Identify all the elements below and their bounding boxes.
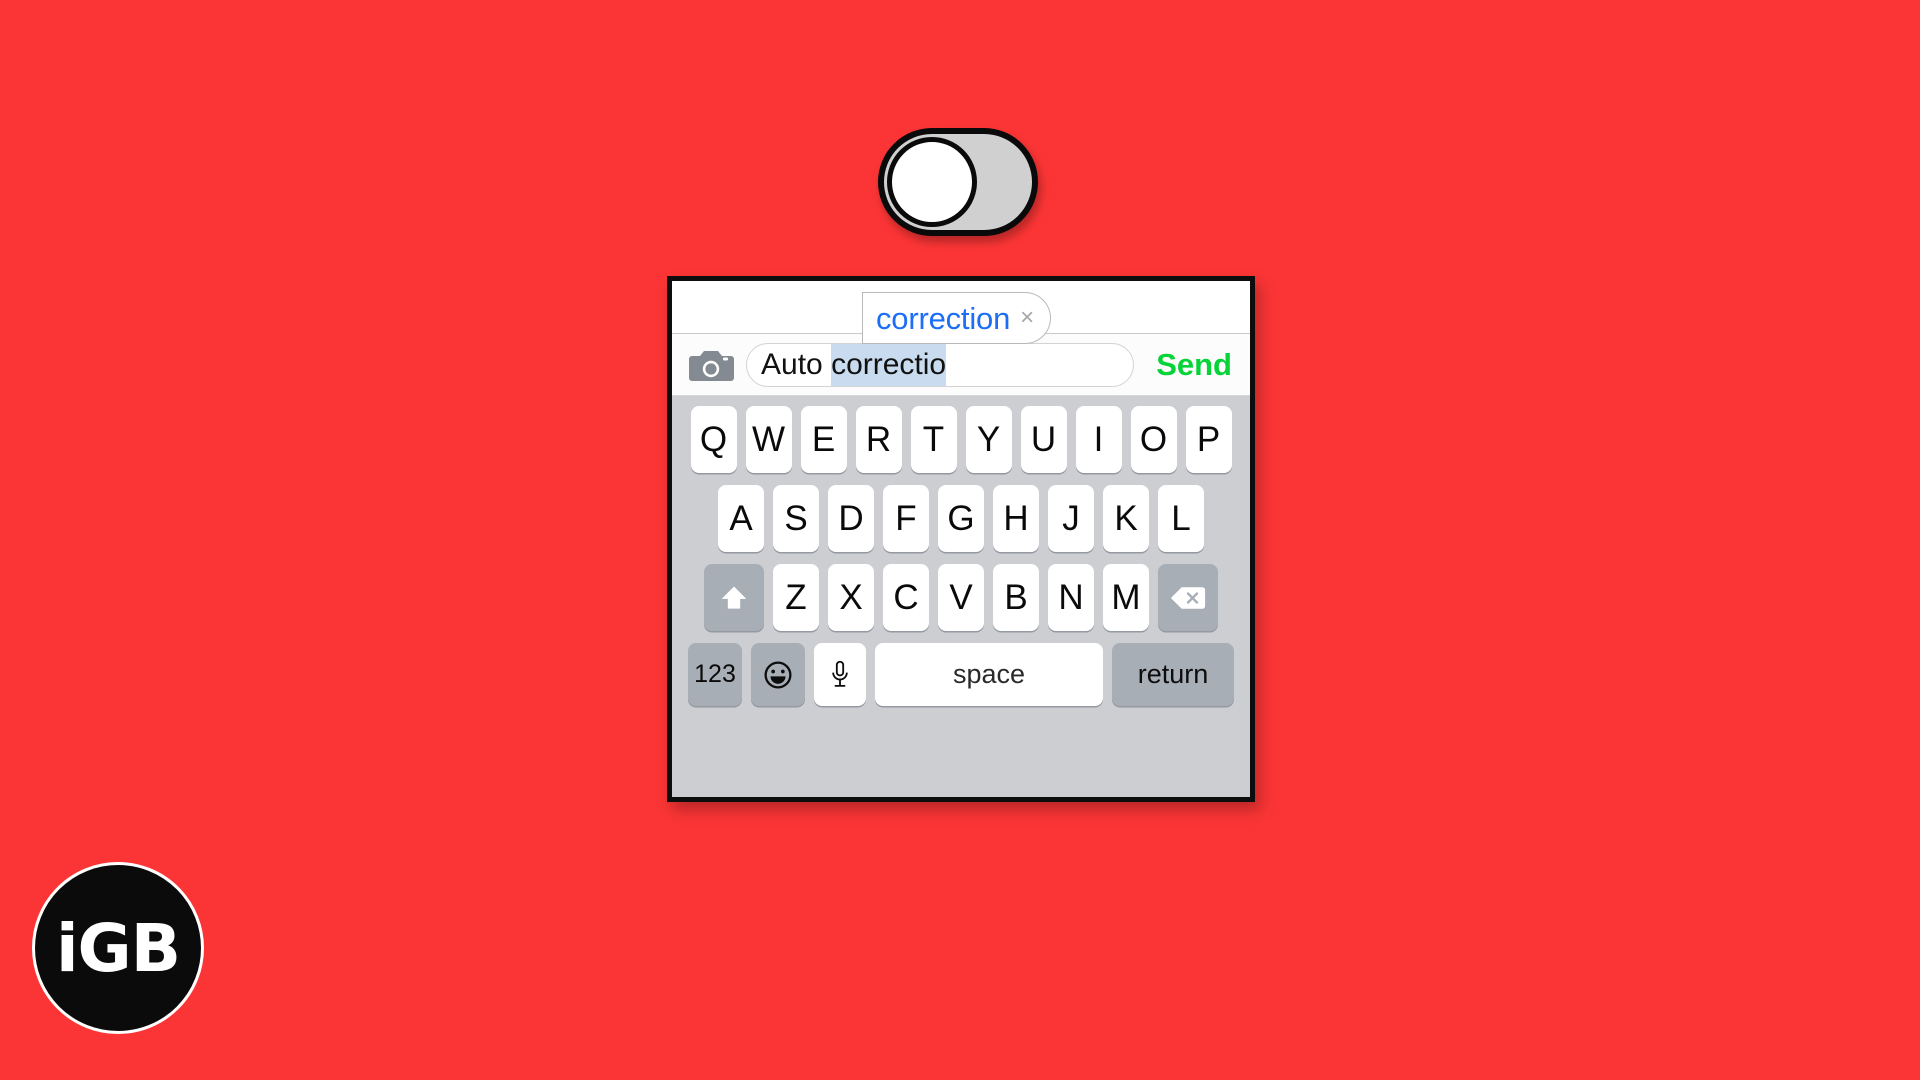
virtual-keyboard: Q W E R T Y U I O P A S D F G H J K L Z … — [672, 396, 1250, 797]
space-key[interactable]: space — [875, 643, 1103, 706]
typed-text: Auto — [761, 347, 832, 381]
key-k[interactable]: K — [1103, 485, 1149, 552]
camera-icon[interactable] — [688, 347, 734, 383]
key-t[interactable]: T — [910, 406, 957, 473]
return-key[interactable]: return — [1112, 643, 1234, 706]
key-c[interactable]: C — [883, 564, 929, 631]
key-i[interactable]: I — [1075, 406, 1122, 473]
key-p[interactable]: P — [1185, 406, 1232, 473]
keyboard-row-1: Q W E R T Y U I O P — [678, 406, 1244, 473]
key-v[interactable]: V — [938, 564, 984, 631]
key-w[interactable]: W — [745, 406, 792, 473]
key-g[interactable]: G — [938, 485, 984, 552]
send-button[interactable]: Send — [1146, 347, 1240, 383]
igb-logo: iGB — [32, 862, 204, 1034]
key-q[interactable]: Q — [690, 406, 737, 473]
close-icon[interactable]: × — [1020, 306, 1034, 330]
keyboard-row-bottom: 123 space return — [678, 643, 1244, 706]
key-m[interactable]: M — [1103, 564, 1149, 631]
autocorrection-toggle[interactable] — [878, 128, 1038, 236]
key-x[interactable]: X — [828, 564, 874, 631]
keyboard-row-2: A S D F G H J K L — [678, 485, 1244, 552]
key-d[interactable]: D — [828, 485, 874, 552]
key-u[interactable]: U — [1020, 406, 1067, 473]
key-s[interactable]: S — [773, 485, 819, 552]
emoji-smiley-icon — [764, 661, 792, 688]
key-n[interactable]: N — [1048, 564, 1094, 631]
key-l[interactable]: L — [1158, 485, 1204, 552]
toggle-knob[interactable] — [887, 137, 977, 227]
shift-arrow-icon — [721, 586, 747, 609]
key-h[interactable]: H — [993, 485, 1039, 552]
key-f[interactable]: F — [883, 485, 929, 552]
suggestion-word: correction — [876, 300, 1011, 336]
emoji-key[interactable] — [751, 643, 805, 706]
shift-key[interactable] — [704, 564, 764, 631]
dictation-key[interactable] — [814, 643, 866, 706]
keyboard-row-3: Z X C V B N M — [678, 564, 1244, 631]
numbers-key[interactable]: 123 — [688, 643, 742, 706]
key-j[interactable]: J — [1048, 485, 1094, 552]
key-z[interactable]: Z — [773, 564, 819, 631]
keyboard-screenshot-panel: correction × Auto correctio Send Q W E R… — [667, 276, 1255, 802]
key-y[interactable]: Y — [965, 406, 1012, 473]
message-area: correction × — [672, 281, 1250, 344]
backspace-icon — [1170, 586, 1206, 609]
backspace-key[interactable] — [1158, 564, 1218, 631]
key-b[interactable]: B — [993, 564, 1039, 631]
selected-text: correctio — [831, 343, 947, 386]
microphone-icon — [832, 660, 848, 687]
key-o[interactable]: O — [1130, 406, 1177, 473]
igb-logo-text: iGB — [55, 909, 181, 987]
autocorrect-suggestion-bubble[interactable]: correction × — [862, 292, 1052, 344]
message-input-field[interactable]: Auto correctio — [746, 342, 1135, 387]
key-r[interactable]: R — [855, 406, 902, 473]
key-e[interactable]: E — [800, 406, 847, 473]
key-a[interactable]: A — [718, 485, 764, 552]
